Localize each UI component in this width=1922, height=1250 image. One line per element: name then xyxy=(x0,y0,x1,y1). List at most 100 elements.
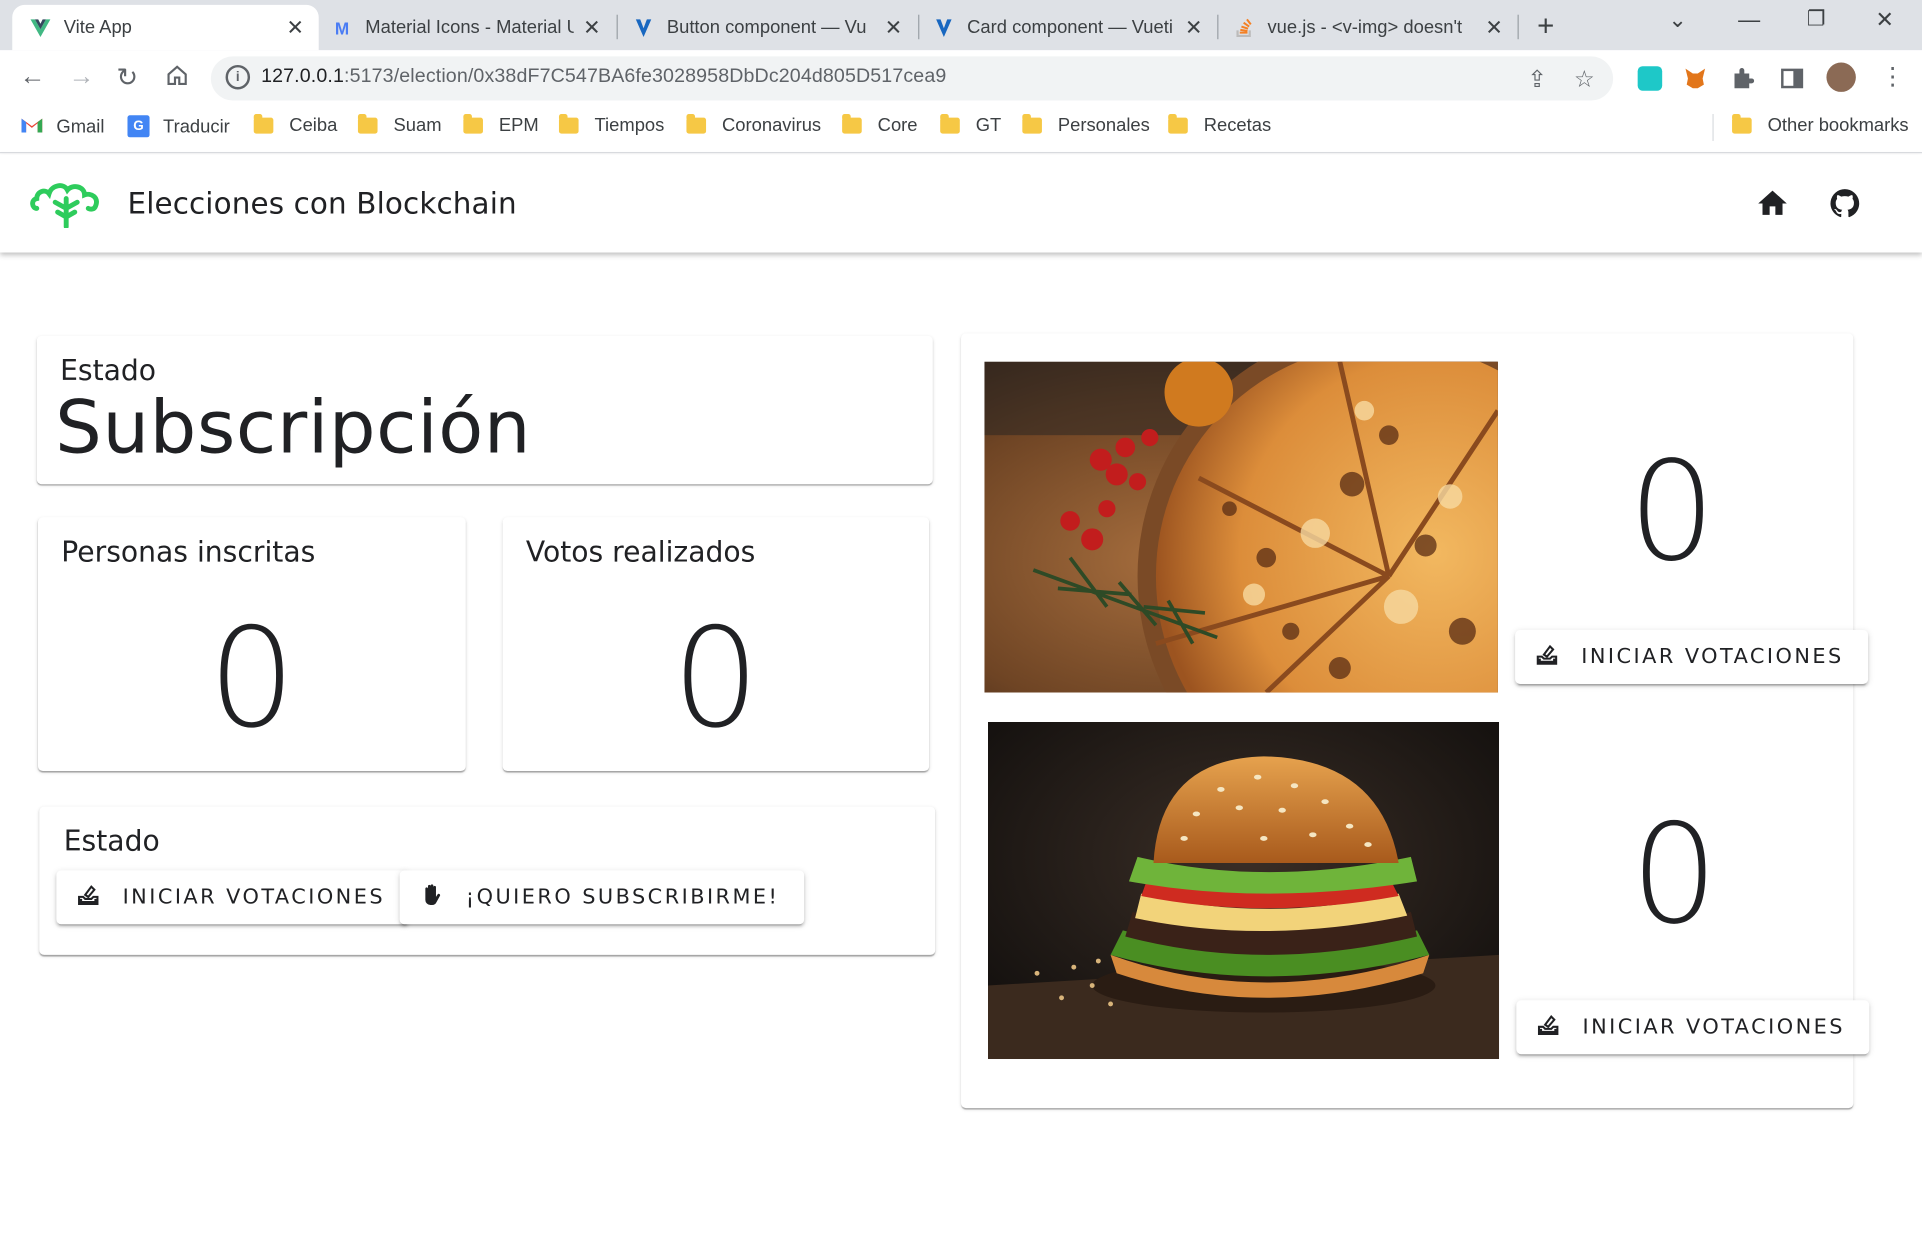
bookmark-recetas[interactable]: Recetas xyxy=(1168,113,1271,136)
back-icon[interactable]: ← xyxy=(20,63,46,92)
side-panel-icon[interactable] xyxy=(1780,66,1805,91)
raised-hand-icon xyxy=(419,882,466,913)
address-bar[interactable]: i 127.0.0.1:5173/election/0x38dF7C547BA6… xyxy=(210,56,1614,101)
vite-icon xyxy=(29,17,51,39)
vuetify-icon xyxy=(933,17,955,39)
votes-card: Votos realizados 0 xyxy=(502,517,930,772)
home-icon[interactable] xyxy=(164,63,190,96)
tab-label: vue.js - <v-img> doesn't xyxy=(1267,17,1463,38)
actions-card: Estado INICIAR VOTACIONES ¡QUIERO SUBSCR… xyxy=(39,806,936,955)
subscribe-label: ¡QUIERO SUBSCRIBIRME! xyxy=(465,885,780,910)
registered-count: 0 xyxy=(208,599,296,759)
start-voting-label: INICIAR VOTACIONES xyxy=(1582,1014,1845,1040)
bookmark-personales[interactable]: Personales xyxy=(1022,113,1150,136)
reload-icon[interactable]: ↻ xyxy=(116,63,138,94)
folder-icon xyxy=(463,113,483,134)
votes-label: Votos realizados xyxy=(525,536,756,569)
bookmark-epm[interactable]: EPM xyxy=(463,113,539,136)
tab-card-component[interactable]: Card component — Vueti ✕ xyxy=(933,5,1215,50)
candidates-card: 0 INICIAR VOTACIONES 0 INICIAR VOTACIONE… xyxy=(961,333,1870,1109)
folder-icon xyxy=(1168,113,1188,134)
tab-separator xyxy=(1217,14,1219,40)
folder-icon xyxy=(357,113,378,134)
site-info-icon[interactable]: i xyxy=(225,64,251,90)
close-icon[interactable]: ✕ xyxy=(1185,16,1202,41)
tab-vite-app[interactable]: Vite App ✕ xyxy=(12,4,319,51)
blockchain-tree-logo xyxy=(29,181,103,230)
tab-button-component[interactable]: Button component — Vu ✕ xyxy=(633,5,915,50)
start-voting-button[interactable]: INICIAR VOTACIONES xyxy=(56,870,410,925)
menu-kebab-icon[interactable]: ⋮ xyxy=(1880,61,1905,92)
tab-search-icon[interactable]: ⌄ xyxy=(1668,7,1687,33)
close-window-icon[interactable]: ✕ xyxy=(1875,7,1894,33)
vuetify-icon xyxy=(633,17,655,39)
bookmark-tiempos[interactable]: Tiempos xyxy=(558,113,664,136)
metamask-icon[interactable] xyxy=(1683,66,1708,91)
ballot-box-icon xyxy=(76,882,123,913)
close-icon[interactable]: ✕ xyxy=(583,16,600,41)
ballot-box-icon xyxy=(1536,1012,1583,1043)
bookmark-traducir[interactable]: G Traducir xyxy=(127,115,230,138)
new-tab-button[interactable]: + xyxy=(1537,10,1554,44)
translate-icon: G xyxy=(127,115,150,138)
url-text[interactable]: 127.0.0.1:5173/election/0x38dF7C547BA6fe… xyxy=(261,66,946,88)
ballot-box-icon xyxy=(1535,642,1582,673)
start-voting-label: INICIAR VOTACIONES xyxy=(1581,644,1844,670)
tab-stackoverflow[interactable]: vue.js - <v-img> doesn't ✕ xyxy=(1233,5,1515,50)
pizza-start-voting-button[interactable]: INICIAR VOTACIONES xyxy=(1515,630,1869,684)
pizza-vote-count: 0 xyxy=(1628,432,1716,593)
registered-label: Personas inscritas xyxy=(61,536,316,569)
bookmarks-divider xyxy=(1712,113,1714,141)
hamburger-start-voting-button[interactable]: INICIAR VOTACIONES xyxy=(1516,1000,1870,1055)
minimize-icon[interactable]: — xyxy=(1738,7,1760,33)
folder-icon xyxy=(686,113,707,134)
tab-separator xyxy=(918,14,920,40)
github-icon[interactable] xyxy=(1828,186,1862,220)
tab-label: Button component — Vu xyxy=(666,17,867,38)
folder-icon xyxy=(253,113,274,134)
app-title: Elecciones con Blockchain xyxy=(127,186,517,221)
folder-icon xyxy=(1732,113,1752,134)
extension-icon[interactable] xyxy=(1637,66,1663,91)
profile-avatar[interactable] xyxy=(1826,62,1856,92)
bookmark-core[interactable]: Core xyxy=(842,113,918,136)
status-value: Subscripción xyxy=(55,384,532,471)
forward-icon[interactable]: → xyxy=(69,63,95,92)
bookmark-gmail[interactable]: Gmail xyxy=(20,115,104,138)
close-icon[interactable]: ✕ xyxy=(287,16,304,41)
tab-material-icons[interactable]: M Material Icons - Material U ✕ xyxy=(331,5,613,50)
tab-separator xyxy=(616,14,618,40)
subscribe-button[interactable]: ¡QUIERO SUBSCRIBIRME! xyxy=(399,870,804,925)
registered-card: Personas inscritas 0 xyxy=(37,517,466,772)
start-voting-label: INICIAR VOTACIONES xyxy=(122,885,386,910)
votes-count: 0 xyxy=(672,599,760,759)
folder-icon xyxy=(558,113,579,134)
bookmark-suam[interactable]: Suam xyxy=(357,113,442,136)
hamburger-image xyxy=(987,721,1500,1060)
material-icon: M xyxy=(334,17,350,38)
folder-icon xyxy=(842,113,862,134)
extensions-puzzle-icon[interactable] xyxy=(1731,66,1756,91)
close-icon[interactable]: ✕ xyxy=(885,16,902,41)
browser-toolbar: ← → ↻ i 127.0.0.1:5173/election/0x38dF7C… xyxy=(0,50,1922,107)
gmail-icon xyxy=(20,115,45,138)
status-label: Estado xyxy=(60,355,157,388)
app-bar: Elecciones con Blockchain xyxy=(0,154,1922,253)
pizza-image xyxy=(984,361,1498,693)
home-icon[interactable] xyxy=(1755,186,1789,220)
bookmark-gt[interactable]: GT xyxy=(940,113,1001,136)
actions-label: Estado xyxy=(63,826,160,859)
browser-tabstrip: Vite App ✕ M Material Icons - Material U… xyxy=(0,0,1922,51)
bookmark-star-icon[interactable]: ☆ xyxy=(1574,66,1595,94)
share-icon[interactable]: ⇪ xyxy=(1527,66,1547,94)
folder-icon xyxy=(940,113,960,134)
restore-icon[interactable]: ❐ xyxy=(1807,7,1826,32)
bookmark-ceiba[interactable]: Ceiba xyxy=(253,113,337,136)
close-icon[interactable]: ✕ xyxy=(1485,16,1502,41)
tab-separator xyxy=(1517,14,1519,40)
tab-label: Card component — Vueti xyxy=(967,17,1173,38)
bookmarks-bar: Gmail G Traducir Ceiba Suam EPM Tiempos … xyxy=(0,106,1922,154)
tab-label: Material Icons - Material U xyxy=(365,17,574,38)
bookmark-other[interactable]: Other bookmarks xyxy=(1732,113,1909,136)
bookmark-coronavirus[interactable]: Coronavirus xyxy=(686,113,821,136)
